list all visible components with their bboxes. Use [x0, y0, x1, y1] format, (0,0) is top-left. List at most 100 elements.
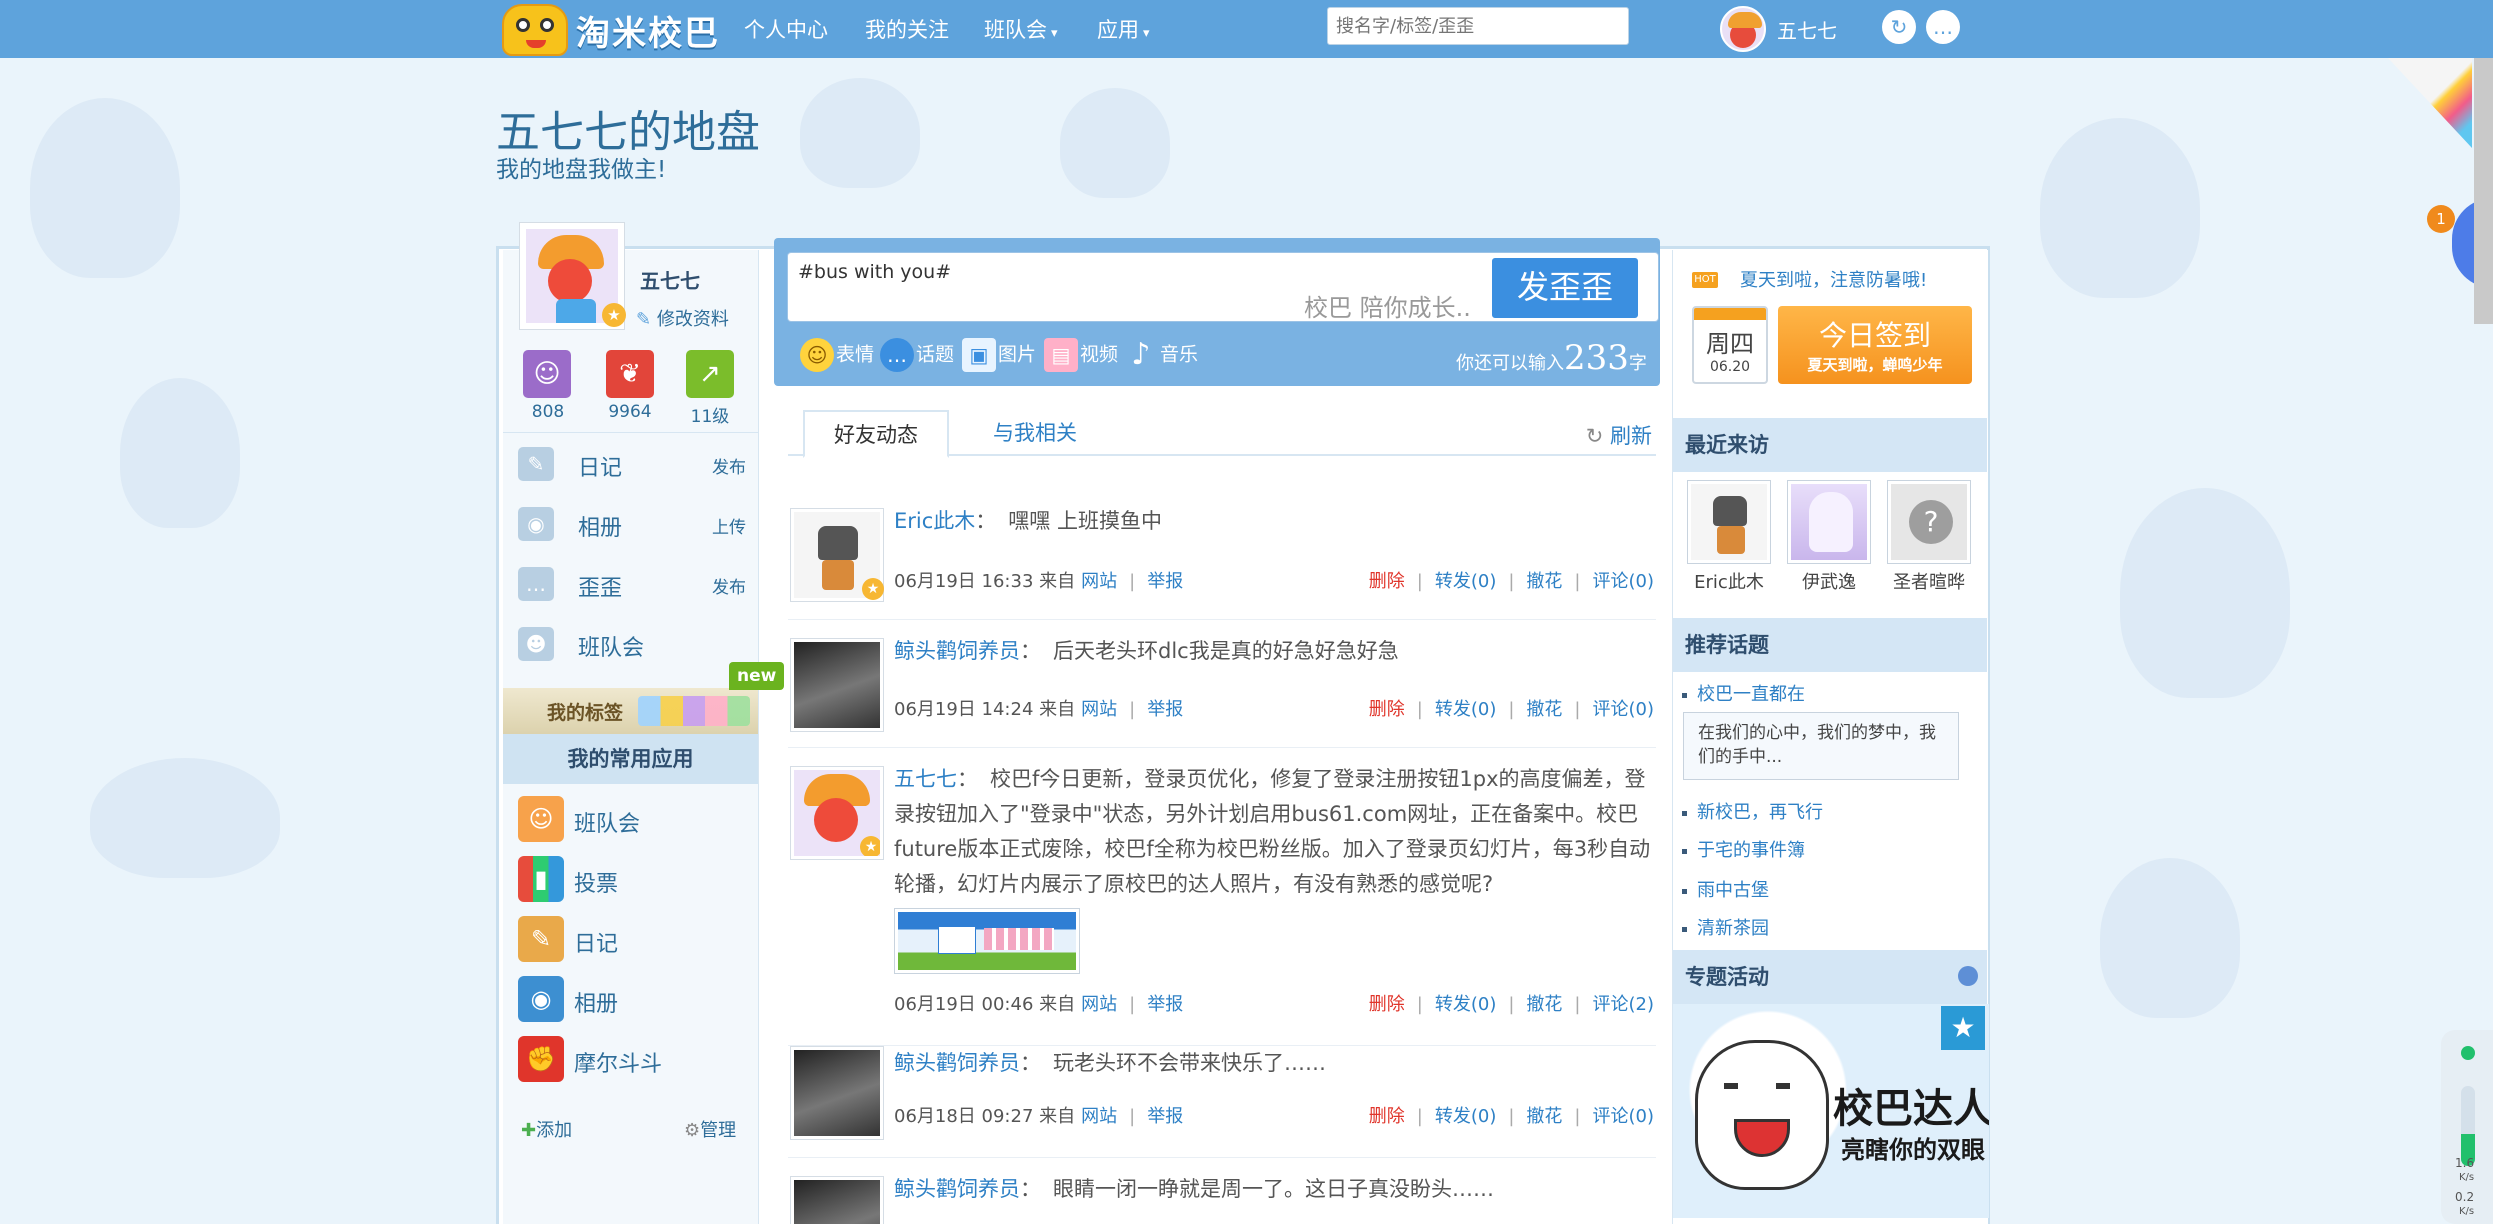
feed-avatar[interactable] — [790, 1176, 884, 1224]
add-app-button[interactable]: ✚添加 — [521, 1116, 572, 1142]
feed-avatar[interactable] — [790, 1046, 884, 1140]
topic-link[interactable]: 新校巴，再飞行 — [1682, 798, 1823, 824]
visitor-card[interactable]: 伊武逸 — [1787, 480, 1871, 594]
topic-link[interactable]: 校巴一直都在 — [1682, 680, 1805, 706]
sidebar-item-waiwai[interactable]: … 歪歪 发布 — [518, 564, 758, 604]
user-avatar[interactable] — [1720, 6, 1766, 52]
feed-author-link[interactable]: 鲸头鹳饲养员 — [894, 1051, 1020, 1075]
app-label: 日记 — [574, 932, 619, 957]
visitor-card[interactable]: Eric此木 — [1687, 480, 1771, 594]
sidebar-action-link[interactable]: 发布 — [712, 453, 746, 478]
logo[interactable]: 淘米校巴 — [496, 2, 726, 56]
daily-checkin-button[interactable]: 今日签到 夏天到啦，蝉鸣少年 — [1778, 306, 1972, 384]
sidebar-item-label: 相册 — [578, 516, 623, 541]
chat-icon[interactable]: … — [1926, 10, 1960, 44]
retract-flower-link[interactable]: 撤花 — [1526, 1106, 1562, 1127]
retract-flower-link[interactable]: 撤花 — [1526, 571, 1562, 592]
feed-actions: 删除 | 转发(0) | 撤花 | 评论(0) — [1368, 1106, 1655, 1127]
feed-source-link[interactable]: 网站 — [1081, 994, 1117, 1015]
post-button[interactable]: 发歪歪 — [1490, 256, 1640, 320]
user-icon[interactable]: ☺ — [523, 350, 571, 398]
retract-flower-link[interactable]: 撤花 — [1526, 994, 1562, 1015]
nav-class-meeting-menu[interactable]: 班队会 ▾ — [984, 14, 1058, 44]
manage-apps-button[interactable]: ⚙管理 — [684, 1116, 736, 1142]
my-tags-banner[interactable]: 我的标签 — [503, 688, 758, 734]
nav-my-follows[interactable]: 我的关注 — [865, 14, 949, 44]
feed-avatar[interactable] — [790, 638, 884, 732]
feed-source-link[interactable]: 网站 — [1081, 1106, 1117, 1127]
feed-author-link[interactable]: 鲸头鹳饲养员 — [894, 639, 1020, 663]
app-album[interactable]: ◉ 相册 — [518, 976, 748, 1026]
feed-content: 鲸头鹳饲养员： 后天老头环dlc我是真的好急好急好急 — [894, 639, 1399, 663]
chart-icon[interactable]: ↗ — [686, 350, 734, 398]
image-tool[interactable]: ▣ 图片 — [962, 338, 1036, 372]
sidebar-action-link[interactable]: 发布 — [712, 573, 746, 598]
report-link[interactable]: 举报 — [1147, 571, 1183, 592]
app-class-meeting[interactable]: ☺ 班队会 — [518, 796, 748, 846]
report-link[interactable]: 举报 — [1147, 1106, 1183, 1127]
feed-image-thumbnail[interactable] — [894, 908, 1080, 974]
username-link[interactable]: 五七七 — [1777, 15, 1837, 44]
comment-link[interactable]: 评论(0) — [1593, 571, 1655, 592]
forward-link[interactable]: 转发(0) — [1435, 1106, 1497, 1127]
activity-banner[interactable]: ★ 校巴达人 亮瞎你的双眼 — [1673, 1004, 1989, 1218]
delete-link[interactable]: 删除 — [1369, 699, 1405, 720]
comment-link[interactable]: 评论(2) — [1593, 994, 1655, 1015]
music-tool[interactable]: ♪ 音乐 — [1124, 338, 1198, 372]
app-vote[interactable]: ▮ 投票 — [518, 856, 748, 906]
topic-tool[interactable]: … 话题 — [880, 338, 954, 372]
feed-author-link[interactable]: Eric此木 — [894, 509, 975, 533]
hot-notice-link[interactable]: 夏天到啦，注意防暑哦! — [1740, 266, 1927, 292]
forward-link[interactable]: 转发(0) — [1435, 699, 1497, 720]
refresh-button[interactable]: ↻ 刷新 — [1586, 420, 1652, 450]
tab-related-to-me[interactable]: 与我相关 — [980, 410, 1090, 458]
app-diary[interactable]: ✎ 日记 — [518, 916, 748, 966]
delete-link[interactable]: 删除 — [1369, 994, 1405, 1015]
notebook-icon: ✎ — [518, 916, 564, 962]
delete-link[interactable]: 删除 — [1369, 571, 1405, 592]
feed-author-link[interactable]: 鲸头鹳饲养员 — [894, 1177, 1020, 1201]
retract-flower-link[interactable]: 撤花 — [1526, 699, 1562, 720]
video-tool[interactable]: ▤ 视频 — [1044, 338, 1118, 372]
feed-time: 06月19日 00:46 — [894, 994, 1034, 1015]
notification-badge[interactable]: 1 — [2427, 205, 2455, 233]
feed-content: 五七七： 校巴f今日更新，登录页优化，修复了登录注册按钮1px的高度偏差，登录按钮… — [894, 767, 1651, 896]
comment-link[interactable]: 评论(0) — [1593, 1106, 1655, 1127]
delete-link[interactable]: 删除 — [1369, 1106, 1405, 1127]
app-mole-fight[interactable]: ✊ 摩尔斗斗 — [518, 1036, 748, 1086]
feed-source-link[interactable]: 网站 — [1081, 699, 1117, 720]
page-corner-peel[interactable] — [2388, 58, 2472, 148]
report-link[interactable]: 举报 — [1147, 699, 1183, 720]
apps-heading: 我的常用应用 — [503, 734, 758, 784]
visitor-card[interactable]: ? 圣者暄晔 — [1887, 480, 1971, 594]
sidebar-item-album[interactable]: ◉ 相册 上传 — [518, 504, 758, 544]
sidebar-action-link[interactable]: 上传 — [712, 513, 746, 538]
topic-link[interactable]: 清新茶园 — [1682, 914, 1769, 940]
sidebar-item-diary[interactable]: ✎ 日记 发布 — [518, 444, 758, 484]
nav-apps-menu[interactable]: 应用 ▾ — [1097, 14, 1150, 44]
feed-avatar[interactable]: ★ — [790, 766, 884, 860]
search-input[interactable] — [1327, 7, 1629, 45]
report-link[interactable]: 举报 — [1147, 994, 1183, 1015]
topic-link[interactable]: 雨中古堡 — [1682, 876, 1769, 902]
bean-icon[interactable]: ❦ — [606, 350, 654, 398]
sidebar-item-class-meeting[interactable]: ☻ 班队会 — [518, 624, 758, 664]
dot-indicator-icon[interactable] — [1958, 966, 1978, 986]
forward-link[interactable]: 转发(0) — [1435, 994, 1497, 1015]
feed-source-link[interactable]: 网站 — [1081, 571, 1117, 592]
app-label: 摩尔斗斗 — [574, 1052, 663, 1077]
emoji-tool[interactable]: ☺ 表情 — [800, 338, 874, 372]
feed-avatar[interactable]: ★ — [790, 508, 884, 602]
nav-personal-center[interactable]: 个人中心 — [744, 14, 828, 44]
camera-icon: ◉ — [518, 507, 554, 541]
char-counter-value: 233 — [1564, 338, 1629, 378]
topic-link[interactable]: 于宅的事件簿 — [1682, 836, 1805, 862]
refresh-icon[interactable]: ↻ — [1882, 10, 1916, 44]
tab-friends-feed[interactable]: 好友动态 — [803, 410, 949, 458]
comment-link[interactable]: 评论(0) — [1593, 699, 1655, 720]
scrollbar-thumb[interactable] — [2474, 58, 2493, 324]
forward-link[interactable]: 转发(0) — [1435, 571, 1497, 592]
edit-profile-link[interactable]: ✎ 修改资料 — [636, 305, 729, 331]
feed-author-link[interactable]: 五七七 — [894, 767, 957, 791]
profile-avatar[interactable]: ★ — [519, 222, 626, 330]
